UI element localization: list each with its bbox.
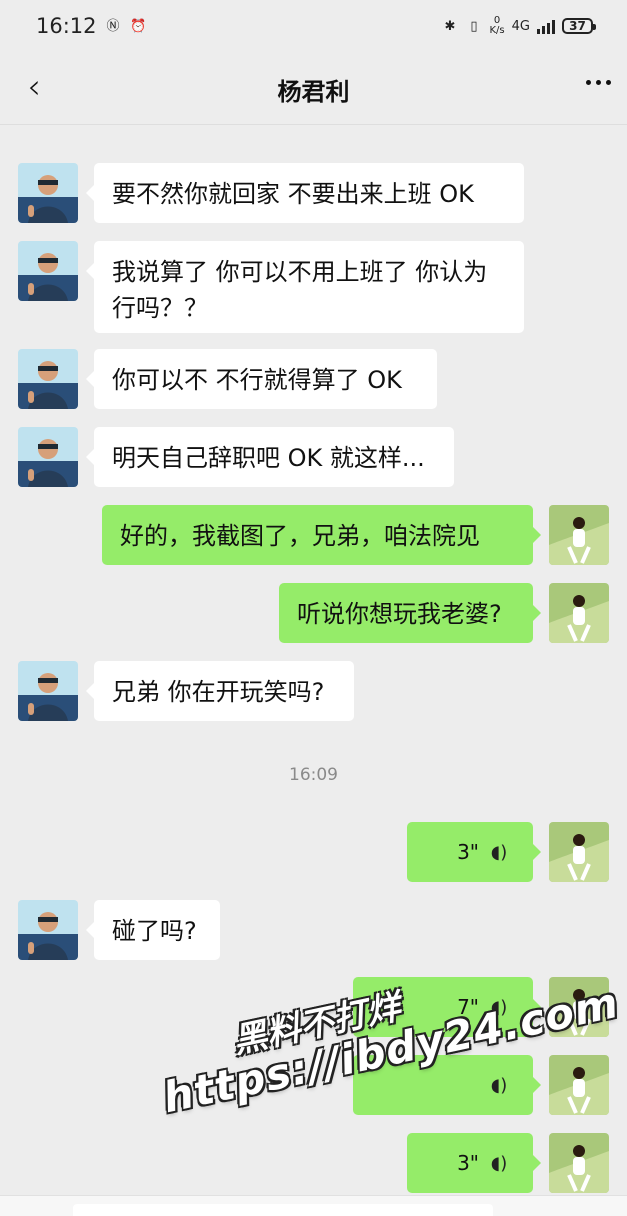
message-row: 兄弟 你在开玩笑吗? bbox=[0, 661, 627, 721]
incoming-message[interactable]: 明天自己辞职吧 OK 就这样... bbox=[86, 427, 454, 487]
user-avatar[interactable] bbox=[549, 583, 609, 643]
signal-icon bbox=[537, 18, 555, 34]
voice-duration: 3" bbox=[457, 840, 479, 864]
message-row: 明天自己辞职吧 OK 就这样... bbox=[0, 427, 627, 487]
composer-bar bbox=[0, 1195, 627, 1216]
status-left: 16:12 Ⓝ ⏰ bbox=[36, 14, 147, 38]
voice-wave-icon: ◖) bbox=[490, 841, 508, 863]
message-input[interactable] bbox=[73, 1204, 493, 1216]
battery-level: 37 bbox=[569, 19, 586, 33]
user-avatar[interactable] bbox=[549, 977, 609, 1037]
incoming-message[interactable]: 你可以不 不行就得算了 OK bbox=[86, 349, 437, 409]
incoming-message[interactable]: 我说算了 你可以不用上班了 你认为行吗？？ bbox=[86, 241, 524, 333]
voice-duration: 7" bbox=[457, 995, 479, 1019]
message-row: 3" ◖) bbox=[0, 1133, 627, 1193]
voice-wave-icon: ◖) bbox=[490, 1152, 508, 1174]
incoming-message[interactable]: 兄弟 你在开玩笑吗? bbox=[86, 661, 354, 721]
incoming-message[interactable]: 碰了吗? bbox=[86, 900, 220, 960]
message-text: 碰了吗? bbox=[112, 917, 197, 945]
user-avatar[interactable] bbox=[549, 1133, 609, 1193]
message-text: 听说你想玩我老婆? bbox=[297, 600, 502, 628]
outgoing-message[interactable]: 听说你想玩我老婆? bbox=[279, 583, 541, 643]
message-row: 你可以不 不行就得算了 OK bbox=[0, 349, 627, 409]
message-row: 听说你想玩我老婆? bbox=[0, 583, 627, 643]
network-speed: 0 K/s bbox=[490, 16, 505, 36]
contact-avatar[interactable] bbox=[18, 427, 78, 487]
more-dot-1 bbox=[586, 80, 591, 85]
vibrate-icon: ▯ bbox=[470, 18, 478, 34]
message-row: 要不然你就回家 不要出来上班 OK bbox=[0, 163, 627, 223]
voice-message[interactable]: ◖) bbox=[353, 1055, 541, 1115]
voice-wave-icon: ◖) bbox=[490, 1074, 508, 1096]
message-row: 我说算了 你可以不用上班了 你认为行吗？？ bbox=[0, 241, 627, 333]
voice-message[interactable]: 7" ◖) bbox=[353, 977, 541, 1037]
contact-avatar[interactable] bbox=[18, 163, 78, 223]
status-right: ✱ ▯ 0 K/s 4G 37 bbox=[442, 16, 596, 36]
contact-avatar[interactable] bbox=[18, 661, 78, 721]
message-text: 要不然你就回家 不要出来上班 OK bbox=[112, 180, 474, 208]
contact-title: 杨君利 bbox=[277, 78, 350, 106]
message-row: 好的，我截图了，兄弟，咱法院见 bbox=[0, 505, 627, 565]
chat-list[interactable]: 要不然你就回家 不要出来上班 OK 我说算了 你可以不用上班了 你认为行吗？？ bbox=[0, 125, 627, 1216]
user-avatar[interactable] bbox=[549, 1055, 609, 1115]
nfc-icon: Ⓝ bbox=[106, 18, 120, 34]
speed-bottom: K/s bbox=[489, 25, 505, 36]
incoming-message[interactable]: 要不然你就回家 不要出来上班 OK bbox=[86, 163, 524, 223]
network-type: 4G bbox=[511, 18, 530, 34]
contact-avatar[interactable] bbox=[18, 241, 78, 301]
message-timestamp: 16:09 bbox=[289, 765, 338, 785]
message-text: 我说算了 你可以不用上班了 你认为行吗？？ bbox=[112, 258, 488, 322]
voice-duration: 3" bbox=[457, 1151, 479, 1175]
message-row: 7" ◖) bbox=[0, 977, 627, 1037]
chat-header: ‹ 杨君利 bbox=[0, 52, 627, 125]
message-text: 你可以不 不行就得算了 OK bbox=[112, 366, 402, 394]
bluetooth-icon: ✱ bbox=[444, 18, 456, 34]
contact-avatar[interactable] bbox=[18, 900, 78, 960]
contact-avatar[interactable] bbox=[18, 349, 78, 409]
message-row: 碰了吗? bbox=[0, 900, 627, 960]
alarm-icon: ⏰ bbox=[129, 18, 147, 34]
message-row: ◖) bbox=[0, 1055, 627, 1115]
message-text: 兄弟 你在开玩笑吗? bbox=[112, 678, 325, 706]
message-row: 3" ◖) bbox=[0, 822, 627, 882]
more-dot-2 bbox=[596, 80, 601, 85]
voice-message[interactable]: 3" ◖) bbox=[407, 1133, 541, 1193]
more-button[interactable] bbox=[586, 80, 611, 85]
outgoing-message[interactable]: 好的，我截图了，兄弟，咱法院见 bbox=[102, 505, 541, 565]
user-avatar[interactable] bbox=[549, 822, 609, 882]
voice-wave-icon: ◖) bbox=[490, 996, 508, 1018]
status-bar: 16:12 Ⓝ ⏰ ✱ ▯ 0 K/s 4G 37 bbox=[0, 0, 627, 52]
user-avatar[interactable] bbox=[549, 505, 609, 565]
battery-icon: 37 bbox=[562, 18, 596, 34]
more-dot-3 bbox=[606, 80, 611, 85]
message-text: 好的，我截图了，兄弟，咱法院见 bbox=[120, 522, 480, 550]
status-time: 16:12 bbox=[36, 14, 97, 38]
voice-message[interactable]: 3" ◖) bbox=[407, 822, 541, 882]
message-text: 明天自己辞职吧 OK 就这样... bbox=[112, 444, 425, 472]
